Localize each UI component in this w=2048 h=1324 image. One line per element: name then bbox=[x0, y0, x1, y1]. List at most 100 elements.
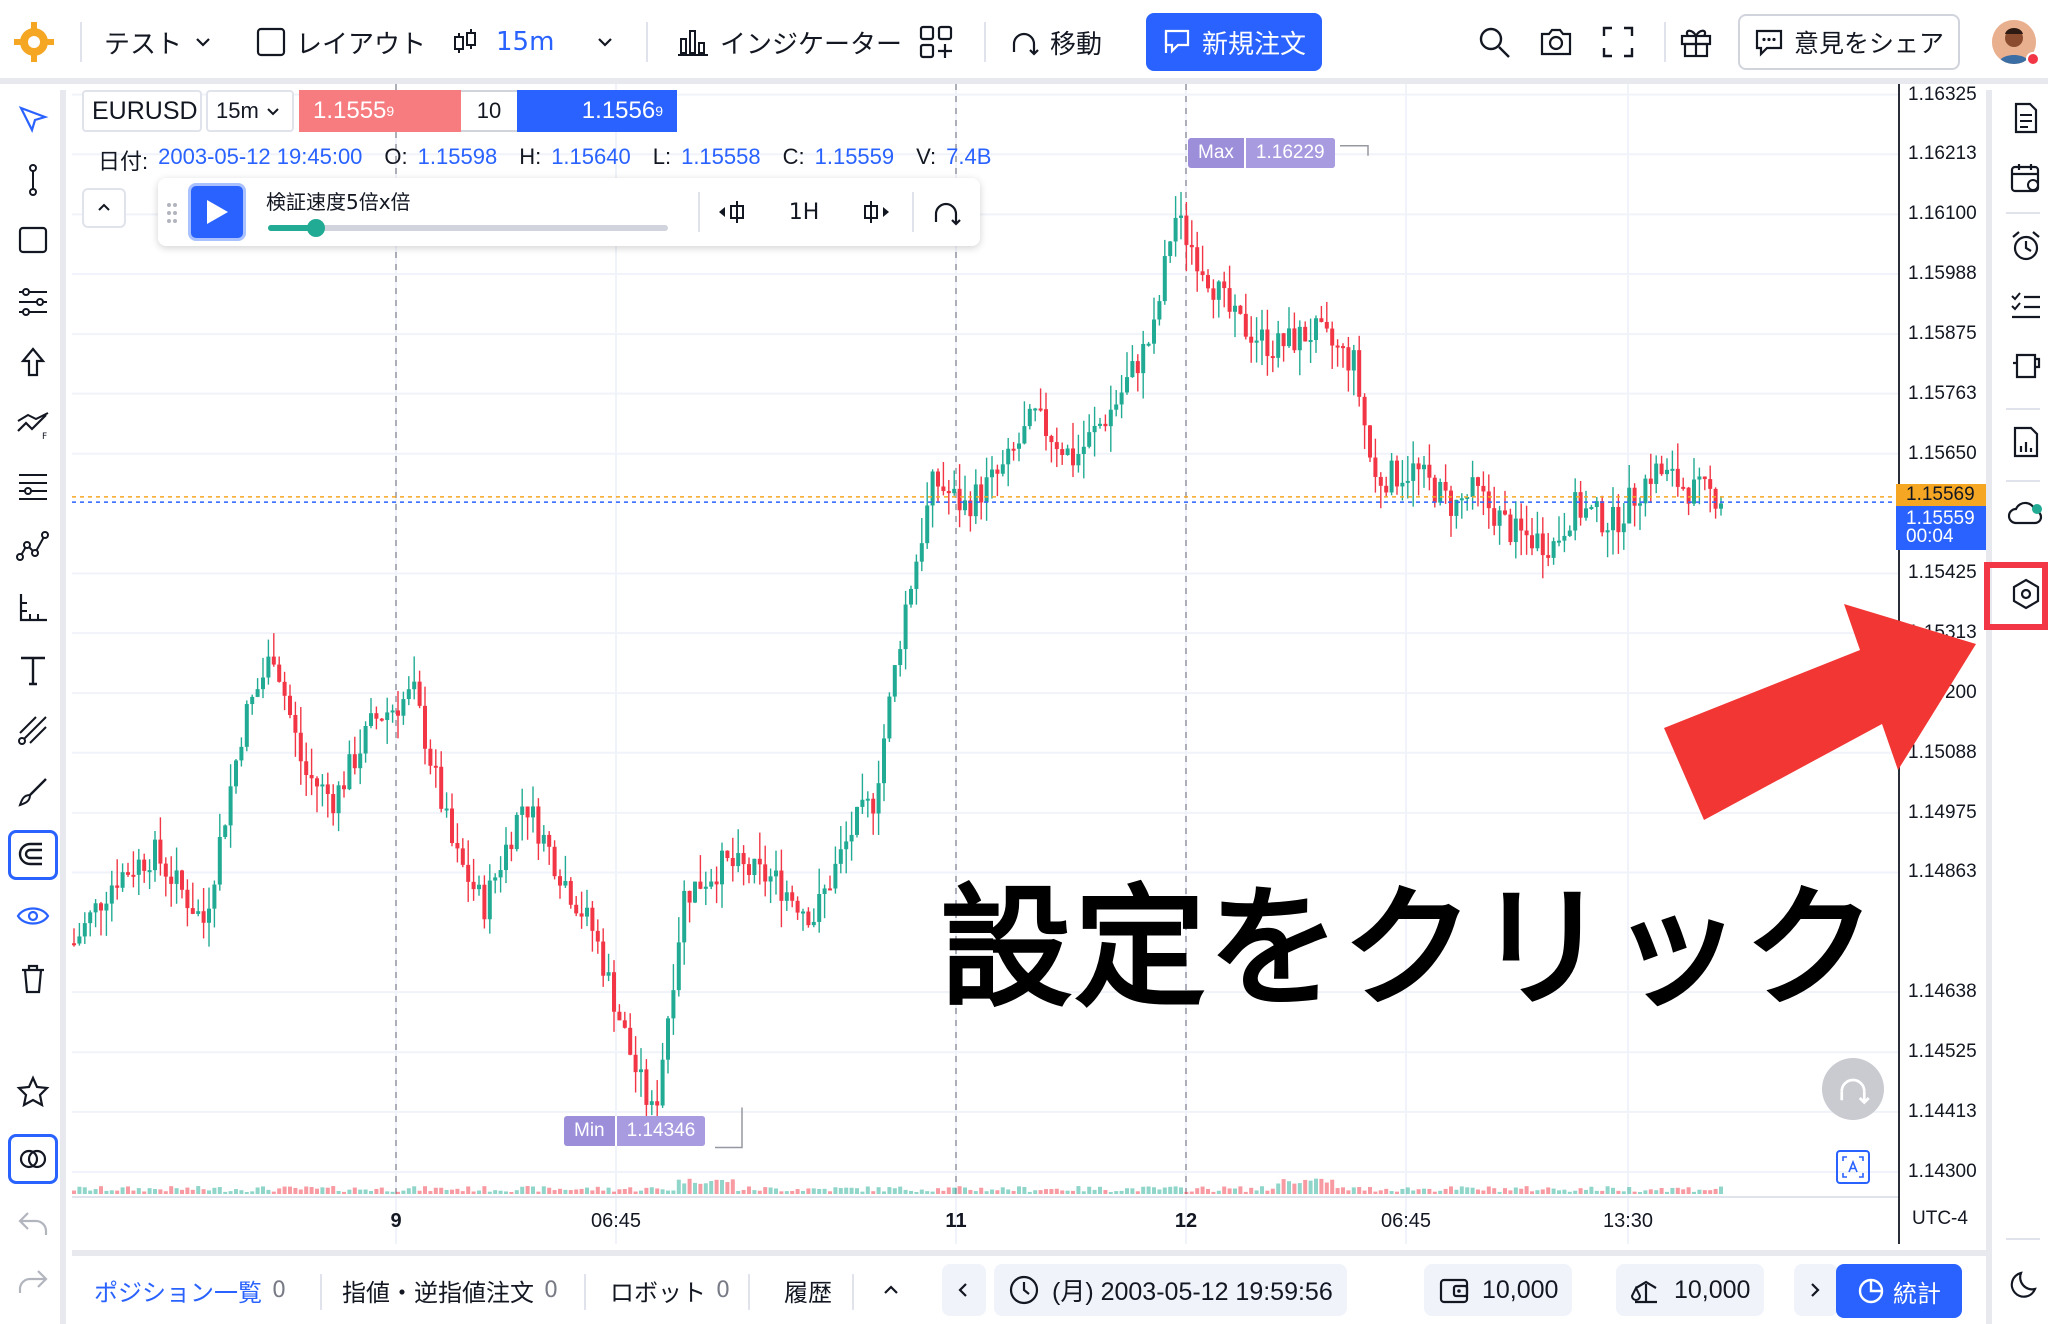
settings-lines-icon[interactable] bbox=[13, 466, 53, 506]
tab-positions[interactable]: ポジション一覧 0 bbox=[94, 1256, 286, 1324]
candle-body bbox=[455, 843, 460, 849]
candle-body bbox=[1389, 460, 1394, 493]
fullscreen-icon[interactable] bbox=[1600, 0, 1636, 84]
balance-value: 10,000 bbox=[1482, 1275, 1559, 1304]
layout-label: レイアウト bbox=[296, 29, 427, 60]
trash-icon[interactable] bbox=[13, 958, 53, 998]
rectangle-icon[interactable] bbox=[13, 220, 53, 260]
volume-bar bbox=[1092, 1189, 1097, 1194]
candle-body bbox=[946, 490, 951, 494]
volume-bar bbox=[612, 1191, 616, 1194]
sell-button[interactable]: 1.1555 9 bbox=[299, 90, 461, 132]
tab-history[interactable]: 履歴 bbox=[784, 1256, 832, 1324]
cursor-icon[interactable] bbox=[13, 100, 53, 140]
calendar-icon[interactable] bbox=[2006, 158, 2046, 198]
replay-interval[interactable]: 1H bbox=[776, 192, 832, 232]
volume-bar bbox=[1557, 1190, 1561, 1194]
search-icon[interactable] bbox=[1476, 0, 1512, 84]
redo-icon[interactable] bbox=[13, 1262, 53, 1302]
jump-to-icon[interactable] bbox=[926, 192, 966, 232]
play-button[interactable] bbox=[188, 183, 246, 241]
pattern-icon[interactable] bbox=[13, 526, 53, 566]
buy-button[interactable]: 1.1556 9 bbox=[517, 90, 677, 132]
next-button[interactable] bbox=[1794, 1264, 1838, 1316]
candle-body bbox=[1011, 448, 1016, 451]
stats-button[interactable]: 統計 bbox=[1836, 1264, 1962, 1318]
candle-body bbox=[1621, 523, 1626, 533]
step-forward-icon[interactable] bbox=[854, 192, 894, 232]
step-back-icon[interactable] bbox=[714, 192, 754, 232]
camera-icon[interactable] bbox=[1538, 0, 1574, 84]
brush-icon[interactable] bbox=[13, 772, 53, 812]
drawing-toolbar: F bbox=[0, 90, 66, 1324]
indicators-button[interactable]: インジケーター bbox=[676, 0, 902, 84]
volume-bar bbox=[1449, 1186, 1453, 1194]
divider bbox=[646, 22, 648, 62]
expand-panel-button[interactable] bbox=[880, 1256, 902, 1324]
high-key: H: bbox=[519, 144, 542, 169]
templates-icon[interactable] bbox=[918, 0, 954, 84]
fib-icon[interactable] bbox=[13, 282, 53, 322]
prev-button[interactable] bbox=[942, 1264, 986, 1316]
chevron-right-icon bbox=[1811, 1283, 1820, 1297]
speed-slider[interactable] bbox=[268, 225, 668, 231]
move-button[interactable]: 移動 bbox=[1008, 0, 1102, 84]
checklist-icon[interactable] bbox=[2006, 286, 2046, 326]
text-icon[interactable] bbox=[13, 650, 53, 690]
collapse-legend-button[interactable] bbox=[82, 188, 126, 228]
sync-icon[interactable] bbox=[8, 1134, 58, 1184]
report-icon[interactable] bbox=[2006, 422, 2046, 462]
volume-bar bbox=[158, 1189, 163, 1194]
auto-scale-button[interactable] bbox=[1836, 1150, 1870, 1184]
volume-bar bbox=[1384, 1188, 1389, 1194]
interval-dropdown[interactable]: 15m bbox=[450, 0, 616, 84]
magnet-icon[interactable] bbox=[8, 830, 58, 880]
arrow-up-icon[interactable] bbox=[13, 342, 53, 382]
app-logo-icon[interactable] bbox=[12, 0, 56, 84]
watchlist-icon[interactable] bbox=[2006, 98, 2046, 138]
tab-robot[interactable]: ロボット 0 bbox=[610, 1256, 730, 1324]
candle-body bbox=[1297, 326, 1302, 351]
eye-icon[interactable] bbox=[13, 896, 53, 936]
speed-slider-handle[interactable] bbox=[307, 219, 325, 237]
timezone-label[interactable]: UTC-4 bbox=[1912, 1208, 1968, 1230]
alarm-icon[interactable] bbox=[2006, 226, 2046, 266]
trend-line-icon[interactable] bbox=[13, 160, 53, 200]
volume-bar bbox=[655, 1188, 660, 1194]
candle-body bbox=[644, 1069, 649, 1105]
candle-body bbox=[687, 890, 692, 903]
price-chart[interactable] bbox=[72, 84, 1898, 1244]
cloud-icon[interactable] bbox=[2006, 494, 2046, 534]
new-order-button[interactable]: 新規注文 bbox=[1146, 13, 1323, 71]
pitchfork-icon[interactable] bbox=[13, 710, 53, 750]
account-dropdown[interactable]: テスト bbox=[104, 0, 214, 84]
ideas-icon[interactable] bbox=[2006, 346, 2046, 386]
candle-body bbox=[1314, 318, 1318, 341]
candle-body bbox=[795, 900, 800, 913]
gift-icon[interactable] bbox=[1678, 0, 1714, 84]
star-icon[interactable] bbox=[13, 1072, 53, 1112]
feedback-button[interactable]: 意見をシェア bbox=[1738, 14, 1961, 70]
forecast-icon[interactable]: F bbox=[13, 404, 53, 444]
candle-body bbox=[1497, 510, 1502, 526]
volume-bar bbox=[401, 1190, 406, 1194]
candle-body bbox=[536, 806, 541, 844]
theme-moon-icon[interactable] bbox=[2006, 1264, 2046, 1304]
layout-button[interactable]: レイアウト bbox=[256, 0, 426, 84]
candle-body bbox=[547, 834, 552, 847]
quantity-input[interactable]: 10 bbox=[461, 90, 517, 132]
drag-handle-icon[interactable] bbox=[166, 202, 178, 224]
volume-bar bbox=[925, 1191, 930, 1194]
symbol-button[interactable]: EURUSD bbox=[82, 90, 202, 132]
volume-bar bbox=[1486, 1186, 1491, 1194]
symbol-interval-button[interactable]: 15m bbox=[206, 90, 294, 132]
undo-icon[interactable] bbox=[13, 1204, 53, 1244]
candle-body bbox=[1384, 485, 1389, 493]
move-label: 移動 bbox=[1050, 29, 1103, 60]
volume-bar bbox=[1562, 1189, 1567, 1194]
time-axis[interactable]: 9 06:45 11 12 06:45 13:30 bbox=[72, 1196, 1898, 1244]
candle-body bbox=[1557, 540, 1561, 543]
tab-orders[interactable]: 指値・逆指値注文 0 bbox=[342, 1256, 558, 1324]
measure-icon[interactable] bbox=[13, 588, 53, 628]
scroll-to-realtime-button[interactable] bbox=[1822, 1058, 1884, 1120]
